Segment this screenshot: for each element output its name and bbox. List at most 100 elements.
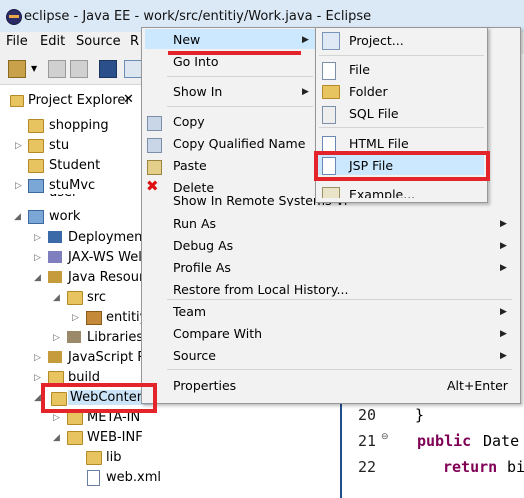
tree-item-java-resources[interactable]: ◢ Java Resour <box>0 268 141 288</box>
submenu-arrow-icon: ▶ <box>500 329 507 339</box>
file-icon <box>322 62 336 80</box>
tree-item-stumvc[interactable]: ▷ stuMvc <box>0 176 150 196</box>
tree-item-libraries[interactable]: ▷ Libraries <box>0 328 141 348</box>
jsp-file-annotation <box>314 151 490 181</box>
tree-item-student[interactable]: Student <box>0 156 150 176</box>
menu-item-show-in[interactable]: Show In <box>173 84 222 99</box>
tree-item-entitiy[interactable]: ▷ entitiy <box>0 308 141 328</box>
dropdown-arrow-icon[interactable]: ▼ <box>31 64 37 73</box>
tree-item-web-inf[interactable]: ◢ WEB-INF <box>0 428 150 448</box>
tree-item-work[interactable]: ◢ work <box>0 207 150 227</box>
tree-item-jaxws[interactable]: ▷ JAX-WS Wel <box>0 248 141 268</box>
menu-item-copy[interactable]: Copy <box>173 114 205 129</box>
tree-item-label: Deployment <box>68 230 141 245</box>
java-resources-icon <box>48 271 62 283</box>
sql-file-icon <box>322 106 336 124</box>
menu-item-new[interactable]: New <box>173 32 200 47</box>
menu-item-delete[interactable]: Delete <box>173 180 214 195</box>
submenu-arrow-icon: ▶ <box>302 35 309 45</box>
properties-shortcut: Alt+Enter <box>447 378 508 393</box>
tree-item-label: Libraries <box>87 330 141 345</box>
menu-refactor[interactable]: R <box>130 34 139 49</box>
submenu-arrow-icon: ▶ <box>500 351 507 361</box>
menu-item-run-as[interactable]: Run As <box>173 216 216 231</box>
menu-edit[interactable]: Edit <box>40 34 65 49</box>
code-line: } <box>415 406 425 424</box>
code-line: Date <box>483 432 520 450</box>
tree-item-label: work <box>49 209 81 224</box>
menu-item-paste[interactable]: Paste <box>173 158 207 173</box>
submenu-item-html-file[interactable]: HTML File <box>349 136 409 151</box>
tree-item-javascript-resources[interactable]: ▷ JavaScript R <box>0 348 141 368</box>
tree-item-label: stuMvc <box>49 178 96 193</box>
expand-icon[interactable]: ▷ <box>53 413 60 423</box>
tree-item-label: Java Resour <box>68 270 141 285</box>
package-icon <box>86 311 102 325</box>
tree-item-stu[interactable]: ▷ stu <box>0 136 150 156</box>
copy-icon <box>147 116 162 131</box>
tree-item-deployment[interactable]: ▷ Deployment <box>0 228 141 248</box>
tree-item-lib[interactable]: lib <box>0 448 150 468</box>
code-keyword: return <box>443 458 498 476</box>
menu-item-source[interactable]: Source <box>173 348 216 363</box>
server-icon[interactable] <box>99 60 117 78</box>
explorer-title: Project Explorer <box>28 93 131 108</box>
menu-separator <box>167 106 313 107</box>
tree-item-label: JAX-WS Wel <box>68 250 141 265</box>
menu-item-go-into[interactable]: Go Into <box>173 54 218 69</box>
collapse-icon[interactable]: ◢ <box>34 273 41 283</box>
tree-item-src[interactable]: ◢ src <box>0 288 141 308</box>
menu-item-properties[interactable]: Properties <box>173 378 236 393</box>
submenu-item-file[interactable]: File <box>349 62 370 77</box>
delete-icon: ✖ <box>146 177 159 195</box>
menu-separator <box>167 299 512 300</box>
folder-icon <box>322 85 340 99</box>
tree-item-shopping[interactable]: shopping <box>0 116 150 136</box>
search-tool-icon[interactable] <box>124 60 142 78</box>
expand-icon[interactable]: ▷ <box>34 233 41 243</box>
submenu-item-folder[interactable]: Folder <box>349 84 388 99</box>
menu-item-profile-as[interactable]: Profile As <box>173 260 231 275</box>
expand-icon[interactable]: ▷ <box>53 333 60 343</box>
close-icon[interactable]: ✕ <box>123 92 134 107</box>
project-explorer-tab[interactable]: Project Explorer ✕ <box>0 88 150 114</box>
expand-icon[interactable]: ▷ <box>15 141 22 151</box>
expand-icon[interactable]: ▷ <box>72 313 79 323</box>
new-wizard-icon[interactable] <box>8 60 26 78</box>
collapse-icon[interactable]: ◢ <box>53 433 60 443</box>
webservice-icon <box>48 251 62 263</box>
menu-file[interactable]: File <box>6 34 28 49</box>
expand-icon[interactable]: ▷ <box>34 373 41 383</box>
collapse-icon[interactable]: ◢ <box>34 393 41 403</box>
menu-item-debug-as[interactable]: Debug As <box>173 238 233 253</box>
eclipse-logo-icon <box>6 9 22 25</box>
menu-item-team[interactable]: Team <box>173 304 206 319</box>
xml-file-icon <box>87 470 100 486</box>
submenu-item-example[interactable]: Example... <box>349 187 415 198</box>
menu-item-restore-history[interactable]: Restore from Local History... <box>173 282 348 297</box>
code-line: bi <box>507 458 524 476</box>
submenu-arrow-icon: ▶ <box>302 87 309 97</box>
collapse-icon[interactable]: ◢ <box>14 212 21 222</box>
tree-item-label: shopping <box>49 118 109 133</box>
fold-icon[interactable]: ⊖ <box>381 432 389 442</box>
menu-source[interactable]: Source <box>76 34 121 49</box>
submenu-item-project[interactable]: Project... <box>349 33 404 48</box>
tree-item-web-xml[interactable]: web.xml <box>0 468 161 488</box>
submenu-item-sql-file[interactable]: SQL File <box>349 106 399 121</box>
expand-icon[interactable]: ▷ <box>34 353 41 363</box>
web-project-icon <box>28 179 44 193</box>
collapse-icon[interactable]: ◢ <box>53 293 60 303</box>
copy-qualified-icon <box>147 138 162 153</box>
tree-item-user[interactable]: user <box>0 194 140 202</box>
expand-icon[interactable]: ▷ <box>15 181 22 191</box>
save-all-icon[interactable] <box>70 60 88 78</box>
save-icon[interactable] <box>48 60 66 78</box>
webcontent-annotation <box>41 383 157 413</box>
menu-item-compare-with[interactable]: Compare With <box>173 326 262 341</box>
menu-item-copy-qualified-name[interactable]: Copy Qualified Name <box>173 136 305 151</box>
explorer-icon <box>10 95 24 107</box>
submenu-arrow-icon: ▶ <box>500 263 507 273</box>
tree-item-label: lib <box>106 450 122 465</box>
expand-icon[interactable]: ▷ <box>34 253 41 263</box>
